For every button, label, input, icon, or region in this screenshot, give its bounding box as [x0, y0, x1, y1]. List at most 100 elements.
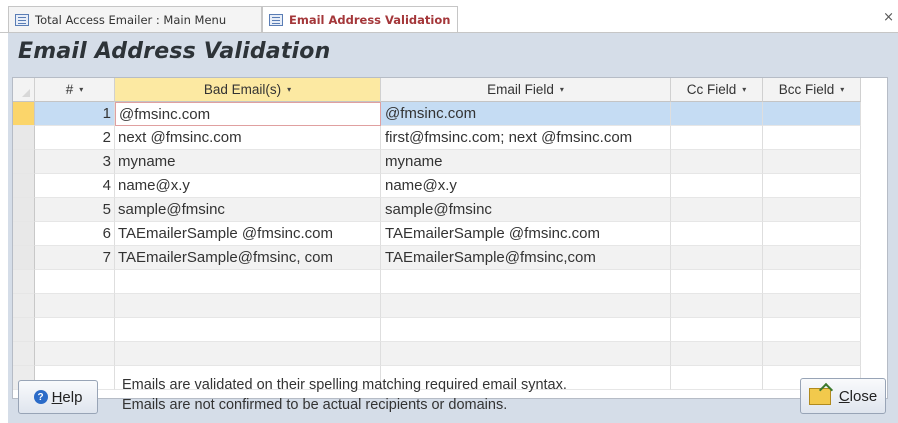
cell-bcc-field[interactable] — [763, 150, 861, 174]
chevron-down-icon[interactable]: ▾ — [287, 85, 291, 94]
cell-email-field[interactable]: name@x.y — [381, 174, 671, 198]
chevron-down-icon[interactable]: ▾ — [560, 85, 564, 94]
cell-email-field[interactable]: sample@fmsinc — [381, 198, 671, 222]
row-selector[interactable] — [13, 174, 35, 198]
cell-cc-field[interactable] — [671, 150, 763, 174]
cell-number: 1 — [35, 102, 115, 126]
empty-cell — [115, 270, 381, 294]
table-row[interactable]: 1 @fmsinc.com @fmsinc.com — [13, 102, 861, 126]
tab-email-address-validation[interactable]: Email Address Validation — [262, 6, 458, 33]
row-selector[interactable] — [13, 246, 35, 270]
cell-email-field[interactable]: @fmsinc.com — [381, 102, 671, 126]
empty-cell — [763, 342, 861, 366]
cell-bad-email[interactable]: TAEmailerSample@fmsinc, com — [115, 246, 381, 270]
row-selector — [13, 318, 35, 342]
help-icon: ? — [33, 390, 48, 404]
table-row[interactable]: 5 sample@fmsinc sample@fmsinc — [13, 198, 861, 222]
cell-bad-email[interactable]: myname — [115, 150, 381, 174]
cell-bcc-field[interactable] — [763, 174, 861, 198]
cell-cc-field[interactable] — [671, 174, 763, 198]
form-icon — [269, 14, 283, 26]
cell-number: 6 — [35, 222, 115, 246]
row-selector — [13, 294, 35, 318]
cell-bcc-field[interactable] — [763, 126, 861, 150]
form-title: Email Address Validation — [18, 39, 331, 64]
empty-cell — [35, 342, 115, 366]
chevron-down-icon[interactable]: ▾ — [840, 85, 844, 94]
document-tab-strip: Total Access Emailer : Main Menu Email A… — [0, 0, 898, 33]
empty-cell — [381, 270, 671, 294]
column-header-bcc-field[interactable]: Bcc Field ▾ — [763, 78, 861, 102]
empty-row — [13, 270, 861, 294]
column-header-bad-emails[interactable]: Bad Email(s) ▾ — [115, 78, 381, 102]
validation-note-line-2: Emails are not confirmed to be actual re… — [122, 397, 508, 413]
tab-main-menu-label: Total Access Emailer : Main Menu — [35, 12, 227, 27]
select-all-corner[interactable] — [13, 78, 35, 102]
cell-bcc-field[interactable] — [763, 222, 861, 246]
empty-cell — [671, 270, 763, 294]
cell-cc-field[interactable] — [671, 102, 763, 126]
empty-cell — [35, 270, 115, 294]
cell-email-field[interactable]: TAEmailerSample@fmsinc,com — [381, 246, 671, 270]
row-selector[interactable] — [13, 126, 35, 150]
column-header-bad-emails-label: Bad Email(s) — [203, 82, 282, 97]
help-button-mnemonic: H — [51, 388, 63, 406]
empty-cell — [115, 318, 381, 342]
table-row[interactable]: 2 next @fmsinc.com first@fmsinc.com; nex… — [13, 126, 861, 150]
empty-row — [13, 294, 861, 318]
cell-email-field[interactable]: first@fmsinc.com; next @fmsinc.com — [381, 126, 671, 150]
row-selector[interactable] — [13, 102, 35, 126]
empty-cell — [115, 342, 381, 366]
cell-bad-email[interactable]: next @fmsinc.com — [115, 126, 381, 150]
empty-cell — [671, 342, 763, 366]
tab-email-address-validation-label: Email Address Validation — [289, 13, 451, 27]
cell-number: 3 — [35, 150, 115, 174]
cell-cc-field[interactable] — [671, 246, 763, 270]
row-selector[interactable] — [13, 222, 35, 246]
empty-cell — [671, 294, 763, 318]
validation-note: Emails are validated on their spelling m… — [122, 375, 567, 415]
cell-bad-email[interactable]: sample@fmsinc — [115, 198, 381, 222]
cell-bad-email[interactable]: name@x.y — [115, 174, 381, 198]
cell-number: 2 — [35, 126, 115, 150]
table-row[interactable]: 6 TAEmailerSample @fmsinc.com TAEmailerS… — [13, 222, 861, 246]
empty-cell — [35, 318, 115, 342]
table-row[interactable]: 3 myname myname — [13, 150, 861, 174]
column-header-bcc-field-label: Bcc Field — [778, 82, 835, 97]
chevron-down-icon[interactable]: ▾ — [742, 85, 746, 94]
column-header-number[interactable]: # ▾ — [35, 78, 115, 102]
row-selector[interactable] — [13, 150, 35, 174]
cell-cc-field[interactable] — [671, 126, 763, 150]
empty-cell — [671, 366, 763, 390]
chevron-down-icon[interactable]: ▾ — [79, 85, 83, 94]
column-header-email-field[interactable]: Email Field ▾ — [381, 78, 671, 102]
datasheet[interactable]: # ▾ Bad Email(s) ▾ Email Field ▾ Cc Fiel… — [12, 77, 888, 399]
row-selector[interactable] — [13, 198, 35, 222]
close-button-mnemonic: C — [838, 387, 850, 405]
tab-main-menu[interactable]: Total Access Emailer : Main Menu — [8, 6, 262, 32]
table-row[interactable]: 4 name@x.y name@x.y — [13, 174, 861, 198]
cell-bcc-field[interactable] — [763, 246, 861, 270]
empty-cell — [35, 294, 115, 318]
cell-cc-field[interactable] — [671, 222, 763, 246]
close-tab-icon[interactable]: × — [883, 10, 894, 25]
email-validation-form: Email Address Validation # ▾ Bad Email(s… — [8, 33, 898, 423]
cell-bad-email[interactable]: TAEmailerSample @fmsinc.com — [115, 222, 381, 246]
cell-bad-email[interactable]: @fmsinc.com — [115, 102, 381, 126]
cell-cc-field[interactable] — [671, 198, 763, 222]
cell-email-field[interactable]: myname — [381, 150, 671, 174]
column-header-cc-field-label: Cc Field — [686, 82, 737, 97]
close-button[interactable]: Close — [800, 378, 886, 414]
table-row[interactable]: 7 TAEmailerSample@fmsinc, com TAEmailerS… — [13, 246, 861, 270]
column-header-cc-field[interactable]: Cc Field ▾ — [671, 78, 763, 102]
close-icon — [808, 387, 831, 405]
help-button[interactable]: ? Help — [18, 380, 98, 414]
form-icon — [15, 13, 29, 26]
cell-bcc-field[interactable] — [763, 198, 861, 222]
cell-email-field[interactable]: TAEmailerSample @fmsinc.com — [381, 222, 671, 246]
column-header-number-label: # — [65, 82, 74, 97]
column-header-email-field-label: Email Field — [487, 82, 554, 97]
cell-bcc-field[interactable] — [763, 102, 861, 126]
empty-cell — [115, 294, 381, 318]
empty-cell — [381, 342, 671, 366]
